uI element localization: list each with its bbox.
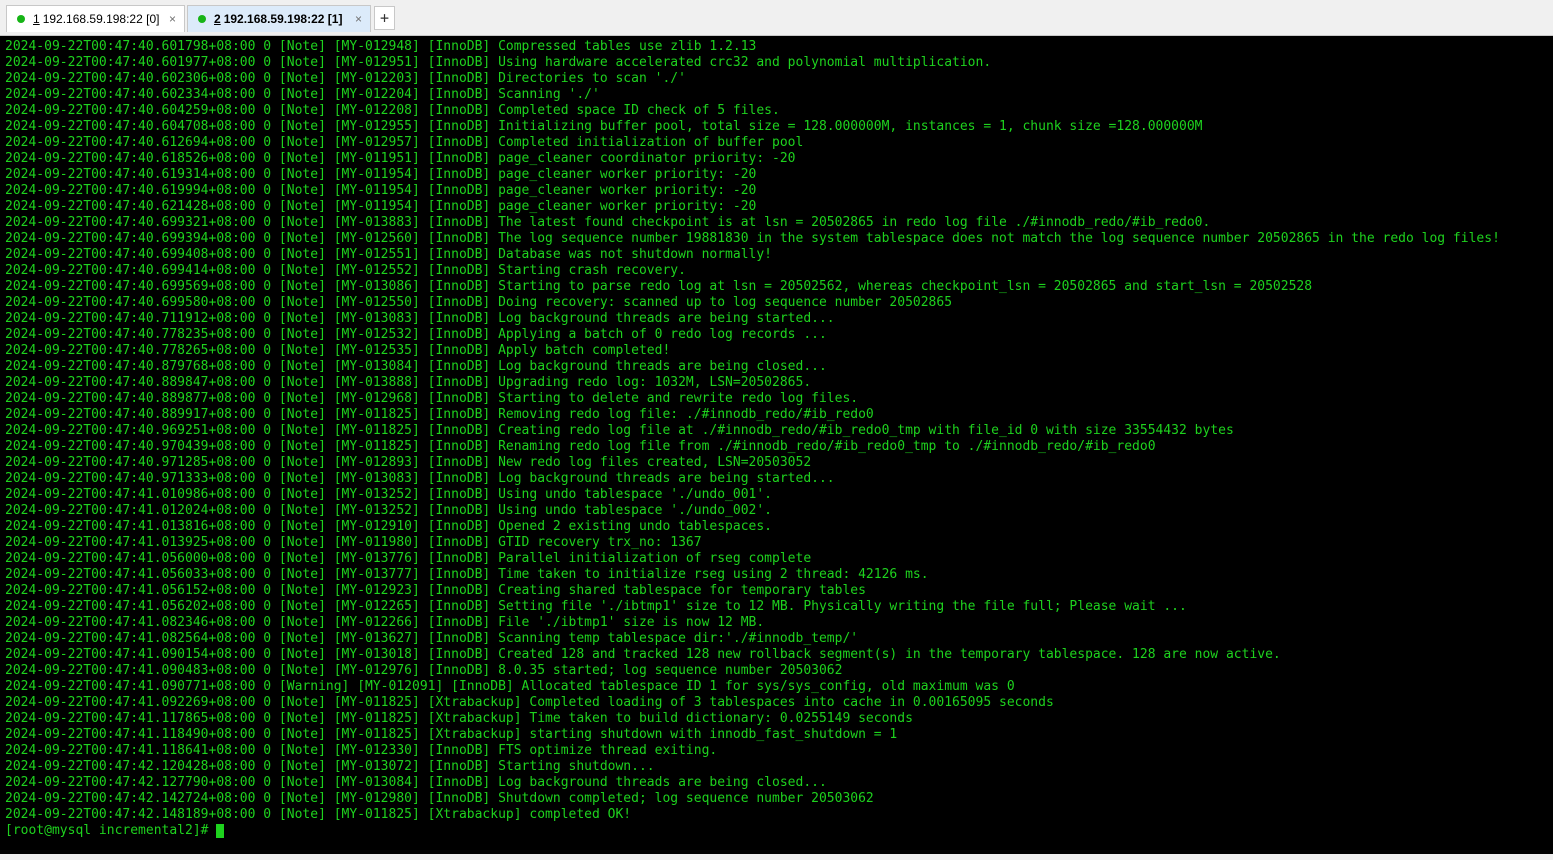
connected-status-icon — [198, 15, 206, 23]
close-icon[interactable]: × — [355, 12, 362, 26]
close-icon[interactable]: × — [169, 12, 176, 26]
terminal-line: 2024-09-22T00:47:41.117865+08:00 0 [Note… — [5, 711, 913, 726]
terminal-line: 2024-09-22T00:47:40.612694+08:00 0 [Note… — [5, 135, 804, 150]
terminal-line: 2024-09-22T00:47:41.118641+08:00 0 [Note… — [5, 743, 718, 758]
terminal-line: 2024-09-22T00:47:41.090771+08:00 0 [Warn… — [5, 679, 1015, 694]
terminal-line: 2024-09-22T00:47:40.889877+08:00 0 [Note… — [5, 391, 859, 406]
terminal-line: 2024-09-22T00:47:41.056152+08:00 0 [Note… — [5, 583, 866, 598]
terminal-line: 2024-09-22T00:47:40.889847+08:00 0 [Note… — [5, 375, 812, 390]
text-cursor — [216, 824, 225, 838]
terminal-line: 2024-09-22T00:47:40.699569+08:00 0 [Note… — [5, 279, 1313, 294]
terminal-line: 2024-09-22T00:47:41.092269+08:00 0 [Note… — [5, 695, 1054, 710]
shell-prompt-line[interactable]: [root@mysql incremental2]# — [5, 823, 1500, 839]
terminal-line: 2024-09-22T00:47:40.699580+08:00 0 [Note… — [5, 295, 953, 310]
terminal-line: 2024-09-22T00:47:40.778265+08:00 0 [Note… — [5, 343, 671, 358]
tab-number: 2 — [214, 12, 221, 26]
terminal-line: 2024-09-22T00:47:40.604259+08:00 0 [Note… — [5, 103, 780, 118]
terminal-line: 2024-09-22T00:47:41.010986+08:00 0 [Note… — [5, 487, 773, 502]
terminal-line: 2024-09-22T00:47:40.618526+08:00 0 [Note… — [5, 151, 796, 166]
tab-bar: 1 192.168.59.198:22 [0] × 2 192.168.59.1… — [0, 0, 1553, 36]
status-strip — [0, 854, 1553, 860]
terminal-line: 2024-09-22T00:47:42.127790+08:00 0 [Note… — [5, 775, 827, 790]
terminal-line: 2024-09-22T00:47:40.699414+08:00 0 [Note… — [5, 263, 686, 278]
terminal-line: 2024-09-22T00:47:40.601977+08:00 0 [Note… — [5, 55, 992, 70]
tab-session-2[interactable]: 2 192.168.59.198:22 [1] × — [187, 5, 371, 32]
terminal-line: 2024-09-22T00:47:40.699394+08:00 0 [Note… — [5, 231, 1500, 246]
terminal-line: 2024-09-22T00:47:41.090483+08:00 0 [Note… — [5, 663, 843, 678]
terminal-line: 2024-09-22T00:47:41.056000+08:00 0 [Note… — [5, 551, 812, 566]
new-tab-button[interactable]: + — [374, 6, 395, 30]
shell-prompt: [root@mysql incremental2]# — [5, 823, 217, 838]
terminal-line: 2024-09-22T00:47:40.619994+08:00 0 [Note… — [5, 183, 757, 198]
terminal-line: 2024-09-22T00:47:41.082346+08:00 0 [Note… — [5, 615, 765, 630]
terminal-line: 2024-09-22T00:47:40.602334+08:00 0 [Note… — [5, 87, 600, 102]
terminal-lines: 2024-09-22T00:47:40.601798+08:00 0 [Note… — [5, 39, 1500, 839]
terminal-line: 2024-09-22T00:47:42.120428+08:00 0 [Note… — [5, 759, 655, 774]
terminal-line: 2024-09-22T00:47:41.090154+08:00 0 [Note… — [5, 647, 1281, 662]
terminal-line: 2024-09-22T00:47:40.970439+08:00 0 [Note… — [5, 439, 1156, 454]
terminal-line: 2024-09-22T00:47:40.971285+08:00 0 [Note… — [5, 455, 812, 470]
terminal-line: 2024-09-22T00:47:41.013816+08:00 0 [Note… — [5, 519, 773, 534]
terminal-line: 2024-09-22T00:47:42.142724+08:00 0 [Note… — [5, 791, 874, 806]
terminal-line: 2024-09-22T00:47:40.619314+08:00 0 [Note… — [5, 167, 757, 182]
terminal-line: 2024-09-22T00:47:41.082564+08:00 0 [Note… — [5, 631, 859, 646]
tab-label: 192.168.59.198:22 [0] — [42, 12, 160, 26]
terminal-line: 2024-09-22T00:47:41.013925+08:00 0 [Note… — [5, 535, 702, 550]
tab-label: 192.168.59.198:22 [1] — [223, 12, 343, 26]
tab-number: 1 — [33, 12, 40, 26]
terminal-line: 2024-09-22T00:47:40.602306+08:00 0 [Note… — [5, 71, 686, 86]
terminal-line: 2024-09-22T00:47:41.118490+08:00 0 [Note… — [5, 727, 898, 742]
terminal-line: 2024-09-22T00:47:40.969251+08:00 0 [Note… — [5, 423, 1234, 438]
terminal-line: 2024-09-22T00:47:41.056033+08:00 0 [Note… — [5, 567, 929, 582]
terminal-line: 2024-09-22T00:47:40.604708+08:00 0 [Note… — [5, 119, 1203, 134]
terminal-line: 2024-09-22T00:47:42.148189+08:00 0 [Note… — [5, 807, 632, 822]
terminal-line: 2024-09-22T00:47:40.621428+08:00 0 [Note… — [5, 199, 757, 214]
terminal-line: 2024-09-22T00:47:40.971333+08:00 0 [Note… — [5, 471, 835, 486]
terminal-line: 2024-09-22T00:47:41.056202+08:00 0 [Note… — [5, 599, 1187, 614]
terminal-line: 2024-09-22T00:47:40.778235+08:00 0 [Note… — [5, 327, 827, 342]
tab-session-1[interactable]: 1 192.168.59.198:22 [0] × — [6, 5, 185, 32]
connected-status-icon — [17, 15, 25, 23]
terminal-output[interactable]: 2024-09-22T00:47:40.601798+08:00 0 [Note… — [0, 36, 1553, 854]
terminal-line: 2024-09-22T00:47:40.699408+08:00 0 [Note… — [5, 247, 773, 262]
terminal-line: 2024-09-22T00:47:41.012024+08:00 0 [Note… — [5, 503, 773, 518]
terminal-line: 2024-09-22T00:47:40.879768+08:00 0 [Note… — [5, 359, 827, 374]
terminal-line: 2024-09-22T00:47:40.711912+08:00 0 [Note… — [5, 311, 835, 326]
terminal-line: 2024-09-22T00:47:40.699321+08:00 0 [Note… — [5, 215, 1211, 230]
terminal-line: 2024-09-22T00:47:40.889917+08:00 0 [Note… — [5, 407, 874, 422]
terminal-line: 2024-09-22T00:47:40.601798+08:00 0 [Note… — [5, 39, 757, 54]
